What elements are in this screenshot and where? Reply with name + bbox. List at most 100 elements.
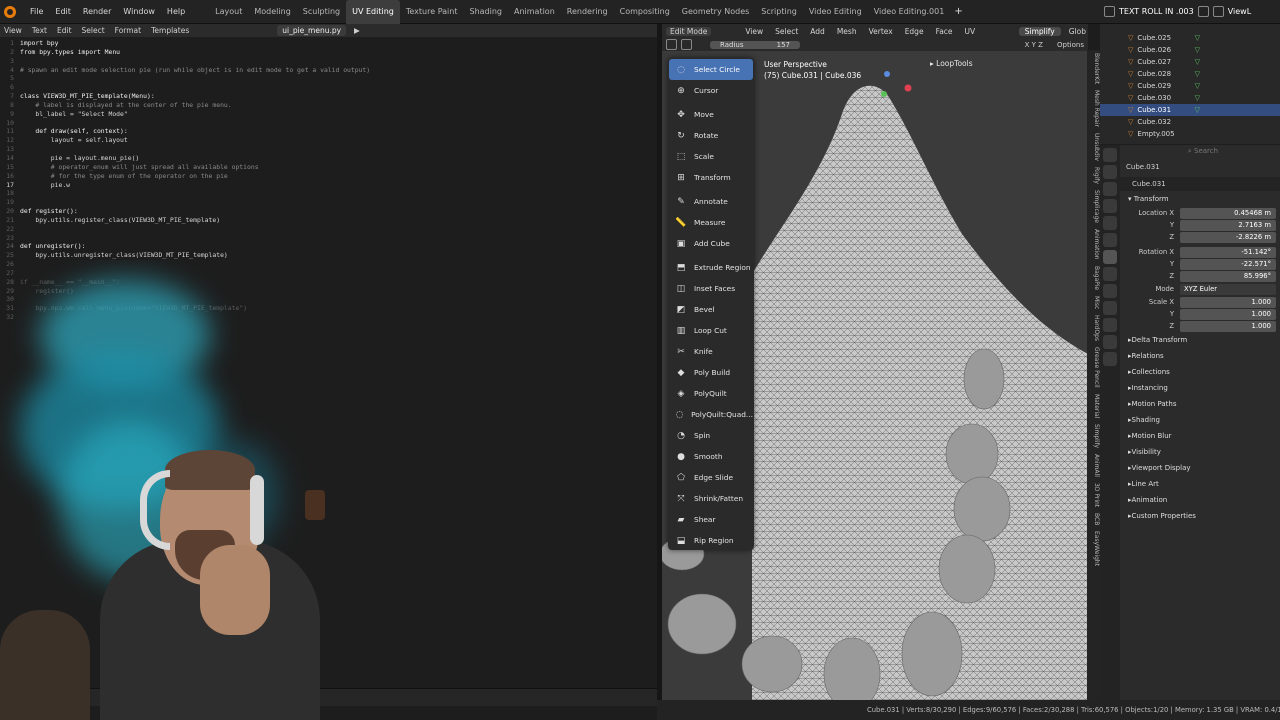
viewport-menu-vertex[interactable]: Vertex [869,27,893,36]
outliner-row[interactable]: ▽ Cube.027 ▽ [1100,56,1280,68]
viewport-menu-view[interactable]: View [745,27,763,36]
transform-section[interactable]: ▾ Transform [1120,191,1280,207]
scene-remove-icon[interactable] [1212,6,1224,17]
data-name-field[interactable]: Cube.031 [1120,177,1280,191]
tab-shading[interactable]: Shading [463,0,508,24]
tool-item-scale[interactable]: ⬚ Scale [669,146,753,167]
add-workspace-button[interactable]: + [950,6,966,17]
scene-add-icon[interactable] [1197,6,1209,17]
outliner-row[interactable]: ▽ Cube.029 ▽ [1100,80,1280,92]
tool-item-knife[interactable]: ✂ Knife [669,341,753,362]
sidebar-tab-blenderkit[interactable]: BlenderKit [1087,50,1100,87]
outliner-row[interactable]: ▽ Cube.025 ▽ [1100,32,1280,44]
tool-item-polyquilt-quad[interactable]: ◌ PolyQuilt:Quad... [669,404,753,425]
menu-file[interactable]: File [24,0,49,24]
code-line[interactable]: 19 [0,198,657,207]
menu-render[interactable]: Render [77,0,117,24]
menu-edit[interactable]: Edit [49,0,77,24]
text-menu-select[interactable]: Select [82,26,105,35]
mode-selector[interactable]: Edit Mode [666,26,712,36]
tool-item-select-circle[interactable]: ◌ Select Circle [669,59,753,80]
location-x-row[interactable]: Location X 0.45468 m [1120,207,1280,219]
object-name-row[interactable]: Cube.031 [1120,157,1280,177]
physics-tab-icon[interactable] [1103,301,1117,315]
code-line[interactable]: 15 # operator_enum will just spread all … [0,163,657,172]
properties-editor[interactable]: ⌕ Search Cube.031 Cube.031 ▾ Transform L… [1100,145,1280,700]
line-text[interactable]: bpy.utils.register_class(VIEW3D_MT_PIE_t… [20,216,220,225]
code-line[interactable]: 12 layout = self.layout [0,136,657,145]
text-menu-text[interactable]: Text [32,26,47,35]
line-text[interactable]: pie.w [20,181,70,190]
section-relations[interactable]: ▸ Relations [1120,348,1280,364]
code-line[interactable]: 8 # label is displayed at the center of … [0,101,657,110]
code-line[interactable]: 16 # for the type enum of the operator o… [0,172,657,181]
section-instancing[interactable]: ▸ Instancing [1120,380,1280,396]
line-text[interactable]: bpy.utils.unregister_class(VIEW3D_MT_PIE… [20,251,227,260]
code-line[interactable]: 22 [0,225,657,234]
scale-y-row[interactable]: Y 1.000 [1120,308,1280,320]
section-motion-blur[interactable]: ▸ Motion Blur [1120,428,1280,444]
sidebar-tab-misc[interactable]: Misc [1087,293,1100,312]
tab-layout[interactable]: Layout [209,0,248,24]
scene-icon[interactable] [1104,6,1115,17]
text-file-selector[interactable]: ui_pie_menu.py [277,25,347,36]
tab-modeling[interactable]: Modeling [248,0,296,24]
menu-help[interactable]: Help [161,0,191,24]
run-script-icon[interactable]: ▶ [354,26,360,35]
viewport-menu-edge[interactable]: Edge [905,27,924,36]
blender-logo-icon[interactable] [4,5,16,18]
data-tab-icon[interactable] [1103,335,1117,349]
rotation-z-row[interactable]: Z 85.996° [1120,270,1280,282]
view-layer-label[interactable]: ViewL [1228,7,1251,16]
sidebar-tab-bcb[interactable]: BCB [1087,510,1100,528]
select-mode-icon[interactable] [666,39,677,50]
code-line[interactable]: 3 [0,57,657,66]
material-tab-icon[interactable] [1103,352,1117,366]
simplify-toggle[interactable]: Simplify [1018,26,1061,36]
code-line[interactable]: 25 bpy.utils.unregister_class(VIEW3D_MT_… [0,251,657,260]
sidebar-tab-simplify[interactable]: Simplify [1087,421,1100,451]
tab-sculpting[interactable]: Sculpting [297,0,346,24]
tool-item-edge-slide[interactable]: ⬠ Edge Slide [669,467,753,488]
sidebar-tab-hardops[interactable]: HardOps [1087,312,1100,344]
sidebar-tab-mesh-repair[interactable]: Mesh Repair [1087,87,1100,130]
line-text[interactable]: import bpy [20,39,58,48]
section-delta-transform[interactable]: ▸ Delta Transform [1120,332,1280,348]
line-text[interactable]: # operator_enum will just spread all ava… [20,163,259,172]
line-text[interactable]: # label is displayed at the center of th… [20,101,231,110]
code-line[interactable]: 7 class VIEW3D_MT_PIE_template(Menu): [0,92,657,101]
line-text[interactable]: class VIEW3D_MT_PIE_template(Menu): [20,92,155,101]
sidebar-tab-grease-pencil[interactable]: Grease Pencil [1087,344,1100,391]
menu-window[interactable]: Window [117,0,161,24]
tool-item-transform[interactable]: ⊞ Transform [669,167,753,188]
output-tab-icon[interactable] [1103,182,1117,196]
tool-item-move[interactable]: ✥ Move [669,104,753,125]
sidebar-tab-bagapie[interactable]: BagaPie [1087,263,1100,293]
outliner[interactable]: ▽ Cube.025 ▽ ▽ Cube.026 ▽ ▽ Cube.027 ▽ ▽ Cube.028 ▽… [1100,24,1280,144]
section-custom-properties[interactable]: ▸ Custom Properties [1120,508,1280,524]
location-y-row[interactable]: Y 2.7163 m [1120,219,1280,231]
text-menu-edit[interactable]: Edit [57,26,72,35]
looptools-panel[interactable]: ▸ LoopTools [930,59,973,68]
tool-item-polyquilt[interactable]: ◈ PolyQuilt [669,383,753,404]
radius-field[interactable]: Radius 157 [710,40,800,49]
tab-video-editing[interactable]: Video Editing [803,0,868,24]
tab-scripting[interactable]: Scripting [755,0,803,24]
options-menu[interactable]: Options [1057,41,1084,49]
object-tab-icon[interactable] [1103,250,1117,264]
tab-uv-editing[interactable]: UV Editing [346,0,400,24]
mirror-axes[interactable]: X Y Z [1025,41,1043,49]
tool-item-bevel[interactable]: ◩ Bevel [669,299,753,320]
tab-compositing[interactable]: Compositing [614,0,676,24]
viewport-menu-mesh[interactable]: Mesh [837,27,857,36]
tool-item-shrink-fatten[interactable]: ⤧ Shrink/Fatten [669,488,753,509]
tool-item-inset-faces[interactable]: ◫ Inset Faces [669,278,753,299]
tool-item-extrude-region[interactable]: ⬒ Extrude Region [669,257,753,278]
tool-item-add-cube[interactable]: ▣ Add Cube [669,233,753,254]
sidebar-tab-animation[interactable]: Animation [1087,226,1100,263]
sidebar-tab-simplicage[interactable]: Simplicage [1087,187,1100,226]
outliner-row[interactable]: ▽ Cube.030 ▽ [1100,92,1280,104]
section-shading[interactable]: ▸ Shading [1120,412,1280,428]
code-line[interactable]: 17 pie.w [0,181,657,190]
constraints-tab-icon[interactable] [1103,318,1117,332]
